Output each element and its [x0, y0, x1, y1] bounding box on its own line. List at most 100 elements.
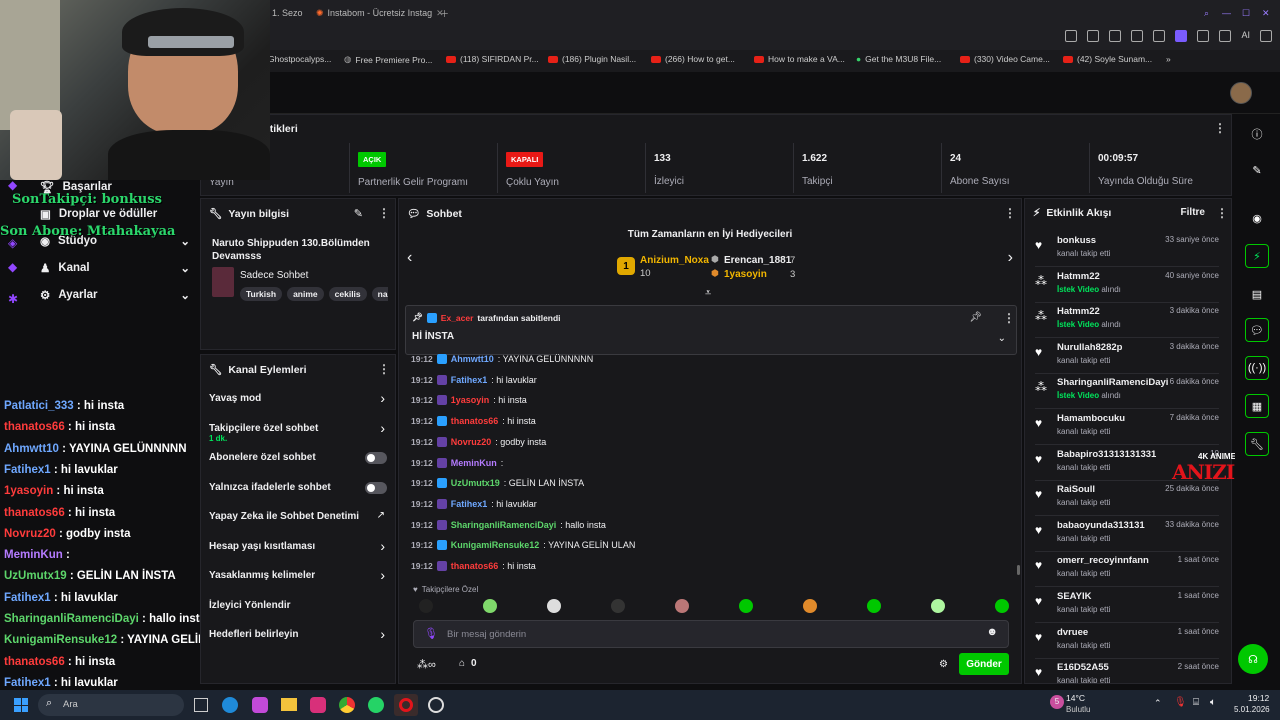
- channel-action-label[interactable]: Hedefleri belirleyin: [209, 629, 298, 640]
- windows-start-icon[interactable]: [14, 698, 28, 712]
- edit-icon[interactable]: ✎: [354, 207, 363, 220]
- bookmark[interactable]: (118) SIFIRDAN Pr...: [446, 54, 539, 64]
- chevron-right-icon[interactable]: ›: [380, 390, 385, 406]
- opera-icon[interactable]: [394, 694, 418, 716]
- sidebar-item-settings[interactable]: ⚙ Ayarlar ⌄: [40, 288, 190, 302]
- sidebar-item-drops[interactable]: ▣ Droplar ve ödüller: [40, 207, 157, 221]
- external-link-icon[interactable]: ↗: [377, 510, 385, 521]
- obs-icon[interactable]: [428, 697, 444, 713]
- extension-icon[interactable]: [1087, 30, 1100, 42]
- event-username[interactable]: bonkuss: [1057, 235, 1096, 246]
- copilot-icon[interactable]: [252, 697, 268, 713]
- chat-username[interactable]: 1yasoyin: [451, 395, 490, 405]
- emote-icon[interactable]: [419, 599, 433, 613]
- more-bookmarks-icon[interactable]: »: [1166, 54, 1171, 64]
- wrench-icon[interactable]: 🔧︎: [1245, 432, 1269, 456]
- microphone-icon[interactable]: 🎙︎: [424, 627, 438, 640]
- tag[interactable]: cekilis: [328, 287, 367, 301]
- channel-action-label[interactable]: Takipçilere özel sohbet: [209, 423, 318, 434]
- bookmark[interactable]: (330) Video Came...: [960, 54, 1050, 64]
- chat-username[interactable]: UzUmutx19: [451, 478, 500, 488]
- tag[interactable]: Turkish: [240, 287, 283, 301]
- event-username[interactable]: RaiSoull: [1057, 484, 1095, 495]
- avatar[interactable]: [1230, 82, 1252, 104]
- leader-name[interactable]: 1yasoyin: [724, 269, 767, 280]
- instagram-icon[interactable]: [310, 697, 326, 713]
- emote-icon[interactable]: [483, 599, 497, 613]
- activity-event[interactable]: ♥ dvruee kanalı takip etti 1 saat önce: [1035, 625, 1219, 659]
- leader-name[interactable]: Anizium_Noxa: [640, 255, 709, 266]
- chat-input[interactable]: 🎙︎ Bir mesaj gönderin ☻: [413, 620, 1009, 648]
- clock-date[interactable]: 5.01.2026: [1234, 705, 1270, 714]
- task-view-icon[interactable]: [194, 698, 208, 712]
- bookmark[interactable]: (186) Plugin Nasil...: [548, 54, 636, 64]
- puzzle-icon[interactable]: [1175, 30, 1188, 42]
- chevron-right-icon[interactable]: ›: [380, 567, 385, 583]
- chevron-right-icon[interactable]: ›: [1008, 249, 1013, 267]
- unpin-icon[interactable]: 📌︎: [969, 312, 982, 323]
- activity-event[interactable]: ♥ omerr_recoyinnfann kanalı takip etti 1 sa…: [1035, 553, 1219, 588]
- activity-event[interactable]: ♥ SEAYIK kanalı takip etti 1 saat önce: [1035, 589, 1219, 623]
- extension-icon[interactable]: [1197, 30, 1210, 42]
- more-options-icon[interactable]: [378, 362, 381, 373]
- edge-icon[interactable]: [222, 697, 238, 713]
- camera-icon[interactable]: ◉: [1245, 206, 1269, 230]
- chat-username[interactable]: SharinganliRamenciDayi: [451, 520, 557, 530]
- channel-action-label[interactable]: Yavaş mod: [209, 393, 261, 404]
- activity-event[interactable]: ♥ babaoyunda313131 kanalı takip etti 33 dak…: [1035, 518, 1219, 552]
- activity-event[interactable]: ♥ Nurullah8282p kanalı takip etti 3 dakika …: [1035, 340, 1219, 374]
- event-username[interactable]: SEAYIK: [1057, 591, 1092, 602]
- more-options-icon[interactable]: [1214, 121, 1217, 132]
- emote-picker-icon[interactable]: ☻: [986, 626, 998, 638]
- chevron-right-icon[interactable]: ›: [380, 538, 385, 554]
- more-options-icon[interactable]: [1003, 311, 1006, 322]
- emote-icon[interactable]: [931, 599, 945, 613]
- shield-icon[interactable]: [1109, 30, 1122, 42]
- event-username[interactable]: Hatmm22: [1057, 271, 1100, 282]
- ai-button[interactable]: AI: [1241, 30, 1250, 48]
- more-options-icon[interactable]: [1216, 206, 1219, 217]
- channel-points-icon[interactable]: ⁂∞: [417, 658, 436, 671]
- bookmark[interactable]: ◍ Free Premiere Pro...: [344, 54, 432, 65]
- menu-icon[interactable]: [1260, 30, 1272, 42]
- lightning-icon[interactable]: ⚡︎: [1245, 244, 1269, 268]
- event-username[interactable]: babaoyunda313131: [1057, 520, 1145, 531]
- help-button[interactable]: ☊: [1238, 644, 1268, 674]
- chat-username[interactable]: KunigamiRensuke12: [451, 540, 540, 550]
- bookmark[interactable]: (42) Soyle Sunam...: [1063, 54, 1152, 64]
- category-name[interactable]: Sadece Sohbet: [240, 270, 308, 281]
- activity-event[interactable]: ⁂ Hatmm22 İstek Video alındı 3 dakika önce: [1035, 304, 1219, 339]
- chevron-right-icon[interactable]: ›: [380, 626, 385, 642]
- document-icon[interactable]: ▤: [1245, 282, 1269, 306]
- more-options-icon[interactable]: [378, 206, 381, 217]
- emote-icon[interactable]: [547, 599, 561, 613]
- event-username[interactable]: E16D52A55: [1057, 662, 1109, 673]
- event-username[interactable]: Hatmm22: [1057, 306, 1100, 317]
- file-explorer-icon[interactable]: [281, 698, 297, 711]
- chat-username[interactable]: Ahmwtt10: [451, 354, 494, 364]
- chevron-left-icon[interactable]: ‹: [407, 249, 412, 267]
- info-icon[interactable]: ⓘ: [1245, 122, 1269, 146]
- channel-action-label[interactable]: Hesap yaşı kısıtlaması: [209, 541, 315, 552]
- chat-username[interactable]: thanatos66: [451, 561, 499, 571]
- layout-icon[interactable]: ▦: [1245, 394, 1269, 418]
- tag[interactable]: anime: [287, 287, 324, 301]
- channel-action-label[interactable]: Abonelere özel sohbet: [209, 452, 316, 463]
- chat-username[interactable]: Novruz20: [451, 437, 492, 447]
- activity-event[interactable]: ♥ RaiSoull kanalı takip etti 25 dakika önce: [1035, 482, 1219, 517]
- broadcast-icon[interactable]: ((·)): [1245, 356, 1269, 380]
- channel-action-label[interactable]: İzleyici Yönlendir: [209, 600, 291, 611]
- send-button[interactable]: Gönder: [959, 653, 1009, 675]
- event-username[interactable]: dvruee: [1057, 627, 1088, 638]
- window-close-icon[interactable]: ✕: [1262, 4, 1270, 22]
- activity-event[interactable]: ⁂ Hatmm22 İstek Video alındı 40 saniye önce: [1035, 269, 1219, 303]
- emote-icon[interactable]: [867, 599, 881, 613]
- maximize-icon[interactable]: ☐: [1242, 4, 1250, 22]
- chat-username[interactable]: MeminKun: [451, 458, 497, 468]
- event-username[interactable]: Babapiro31313131331: [1057, 449, 1156, 460]
- event-username[interactable]: SharinganliRamenciDayi: [1057, 377, 1168, 388]
- emote-icon[interactable]: [995, 599, 1009, 613]
- event-username[interactable]: Nurullah8282p: [1057, 342, 1122, 353]
- channel-action-label[interactable]: Yasaklanmış kelimeler: [209, 570, 315, 581]
- extension-icon[interactable]: [1153, 30, 1166, 42]
